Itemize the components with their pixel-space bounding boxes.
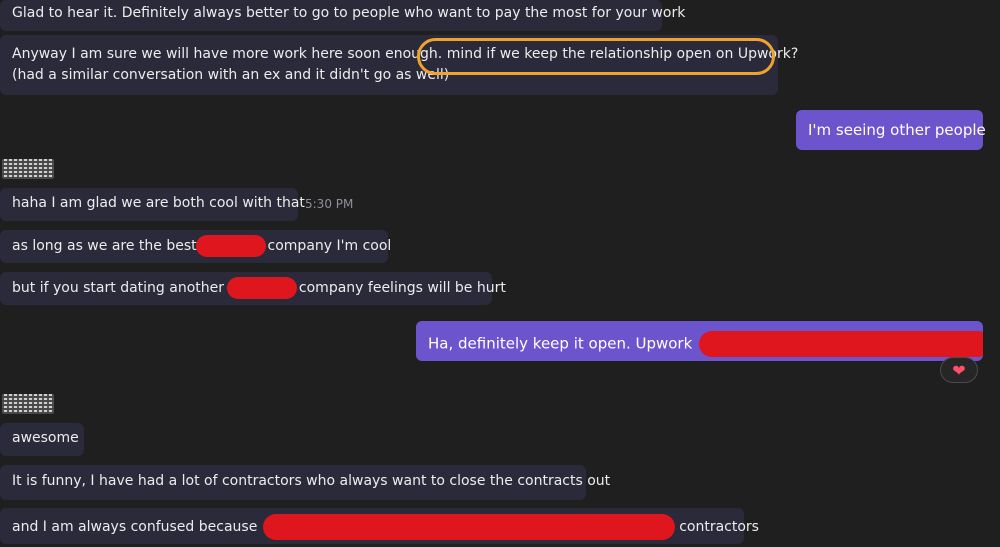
message-text: It is funny, I have had a lot of contrac… (12, 473, 611, 489)
message-text: haha I am glad we are both cool with tha… (12, 195, 305, 211)
message-text: and I am always confused because (12, 519, 258, 535)
heart-icon[interactable]: ❤ (940, 357, 978, 383)
avatar[interactable] (2, 394, 54, 414)
message-text: Ha, definitely keep it open. Upwork (428, 334, 693, 353)
message-text: awesome (12, 430, 79, 446)
message-bubble[interactable]: as long as we are the best company I'm c… (0, 230, 391, 263)
message-text: company feelings will be hurt (298, 280, 506, 296)
message-text: Glad to hear it. Definitely always bette… (12, 5, 686, 21)
message-bubble[interactable]: awesome (0, 423, 84, 456)
highlight-ring (417, 38, 775, 75)
message-text: but if you start dating another (12, 280, 225, 296)
redaction-mark (227, 277, 298, 299)
message-text: as long as we are the best (12, 238, 197, 254)
chat-thread: Glad to hear it. Definitely always bette… (0, 0, 1000, 547)
message-bubble-outgoing[interactable]: Ha, definitely keep it open. Upwork (416, 321, 983, 361)
message-bubble[interactable]: Glad to hear it. Definitely always bette… (0, 0, 685, 31)
message-bubble[interactable]: and I am always confused because contrac… (0, 508, 759, 544)
avatar[interactable] (2, 159, 54, 179)
message-bubble[interactable]: It is funny, I have had a lot of contrac… (0, 465, 610, 500)
message-timestamp: 5:30 PM (305, 197, 354, 211)
message-text: contractors (679, 519, 759, 535)
redaction-mark (196, 235, 267, 257)
message-bubble[interactable]: but if you start dating another company … (0, 272, 506, 305)
message-bubble[interactable]: haha I am glad we are both cool with tha… (0, 188, 305, 221)
message-text: I'm seeing other people (808, 121, 986, 139)
message-text: company I'm cool (267, 238, 392, 254)
redaction-mark (699, 331, 983, 357)
message-bubble-outgoing[interactable]: I'm seeing other people (796, 110, 986, 150)
message-text: Anyway I am sure we will have more work … (12, 46, 443, 62)
redaction-mark (262, 514, 675, 540)
